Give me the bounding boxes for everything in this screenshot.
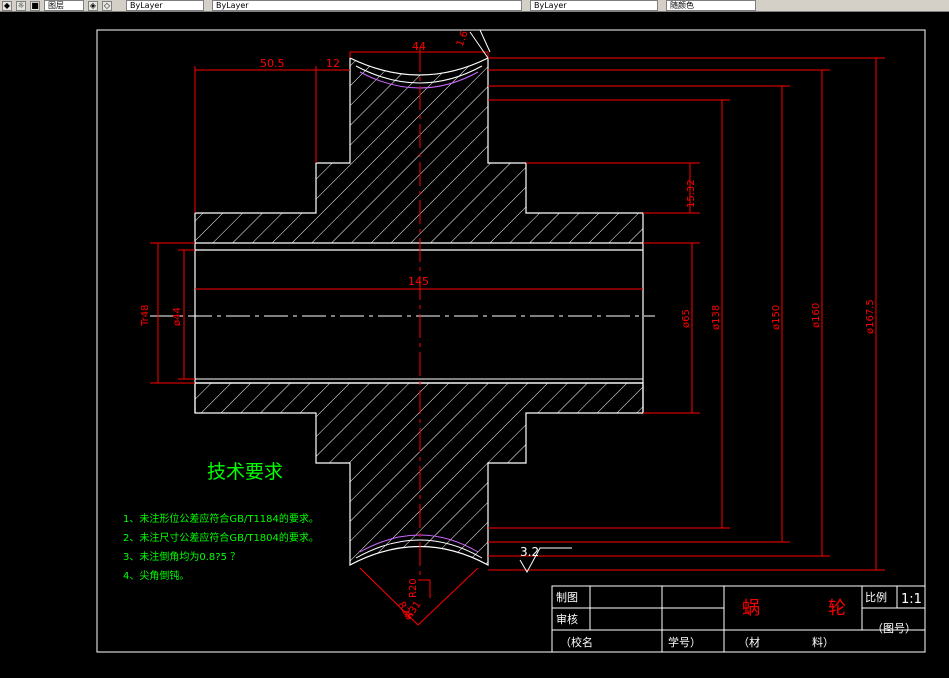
layer-previous-icon[interactable]: ◇ (102, 0, 112, 11)
title-drawing-no: （图号） (872, 622, 916, 635)
lineweight-select[interactable]: ByLayer (530, 0, 658, 11)
title-student-no: 学号） (668, 635, 701, 649)
dim-phi44: ø44 (172, 307, 183, 326)
dim-r20: R20 (408, 578, 419, 598)
dim-phi167-5: ø167.5 (865, 299, 876, 334)
tech-requirement-3: 3、未注倒角均为0.8?5 ？ (123, 550, 240, 563)
dim-50-5: 50.5 (260, 57, 285, 70)
drawing-canvas[interactable]: 50.5 12 44 1.6 15.32 ø65 ø138 ø150 ø160 … (0, 12, 949, 674)
dim-12: 12 (326, 57, 340, 70)
dim-tr48: Tr48 (140, 305, 151, 327)
dim-phi150: ø150 (771, 305, 782, 330)
dim-145: 145 (408, 275, 429, 288)
worm-wheel-section (150, 48, 655, 578)
title-checked-label: 审核 (556, 612, 578, 626)
title-drawn-label: 制图 (556, 591, 578, 604)
light-bulb-icon[interactable]: ☼ (16, 0, 26, 11)
dim-15-32: 15.32 (686, 179, 697, 208)
layer-select[interactable]: 图层 (44, 0, 84, 11)
title-part-name-1: 蜗 (742, 598, 760, 619)
title-school: （校名 (560, 635, 593, 649)
title-scale-label: 比例 (865, 590, 887, 604)
dim-1-6: 1.6 (455, 29, 471, 48)
dim-44: 44 (412, 40, 426, 53)
tech-requirement-2: 2、未注尺寸公差应符合GB/T1804的要求。 (123, 531, 319, 544)
dim-phi160: ø160 (811, 303, 822, 328)
color-select[interactable]: ByLayer (126, 0, 204, 11)
make-current-icon[interactable]: ◈ (88, 0, 98, 11)
title-block: 制图 审核 （校名 学号） 蜗 轮 （材 料） 比例 1:1 （图号） (551, 585, 926, 653)
layer-icon[interactable]: ◆ (2, 0, 12, 11)
dim-phi138: ø138 (711, 305, 722, 330)
tech-requirement-4: 4、尖角倒钝。 (123, 569, 189, 582)
plotstyle-select[interactable]: 随颜色 (666, 0, 756, 11)
tech-requirements: 技术要求 1、未注形位公差应符合GB/T1184的要求。 2、未注尺寸公差应符合… (123, 461, 319, 582)
title-scale-value: 1:1 (901, 592, 922, 607)
title-material-2: 料） (812, 635, 834, 649)
linetype-select[interactable]: ByLayer (212, 0, 522, 11)
tech-requirements-title: 技术要求 (207, 461, 283, 483)
toolbar: ◆ ☼ ■ 图层 ◈ ◇ ByLayer ByLayer ByLayer 随颜色 (0, 0, 949, 12)
title-material-1: （材 (738, 635, 760, 649)
dim-phi65: ø65 (681, 309, 692, 328)
tech-requirement-1: 1、未注形位公差应符合GB/T1184的要求。 (123, 512, 319, 525)
lock-icon[interactable]: ■ (30, 0, 40, 11)
dim-3-2: 3.2 (520, 545, 539, 559)
title-part-name-2: 轮 (828, 598, 846, 619)
